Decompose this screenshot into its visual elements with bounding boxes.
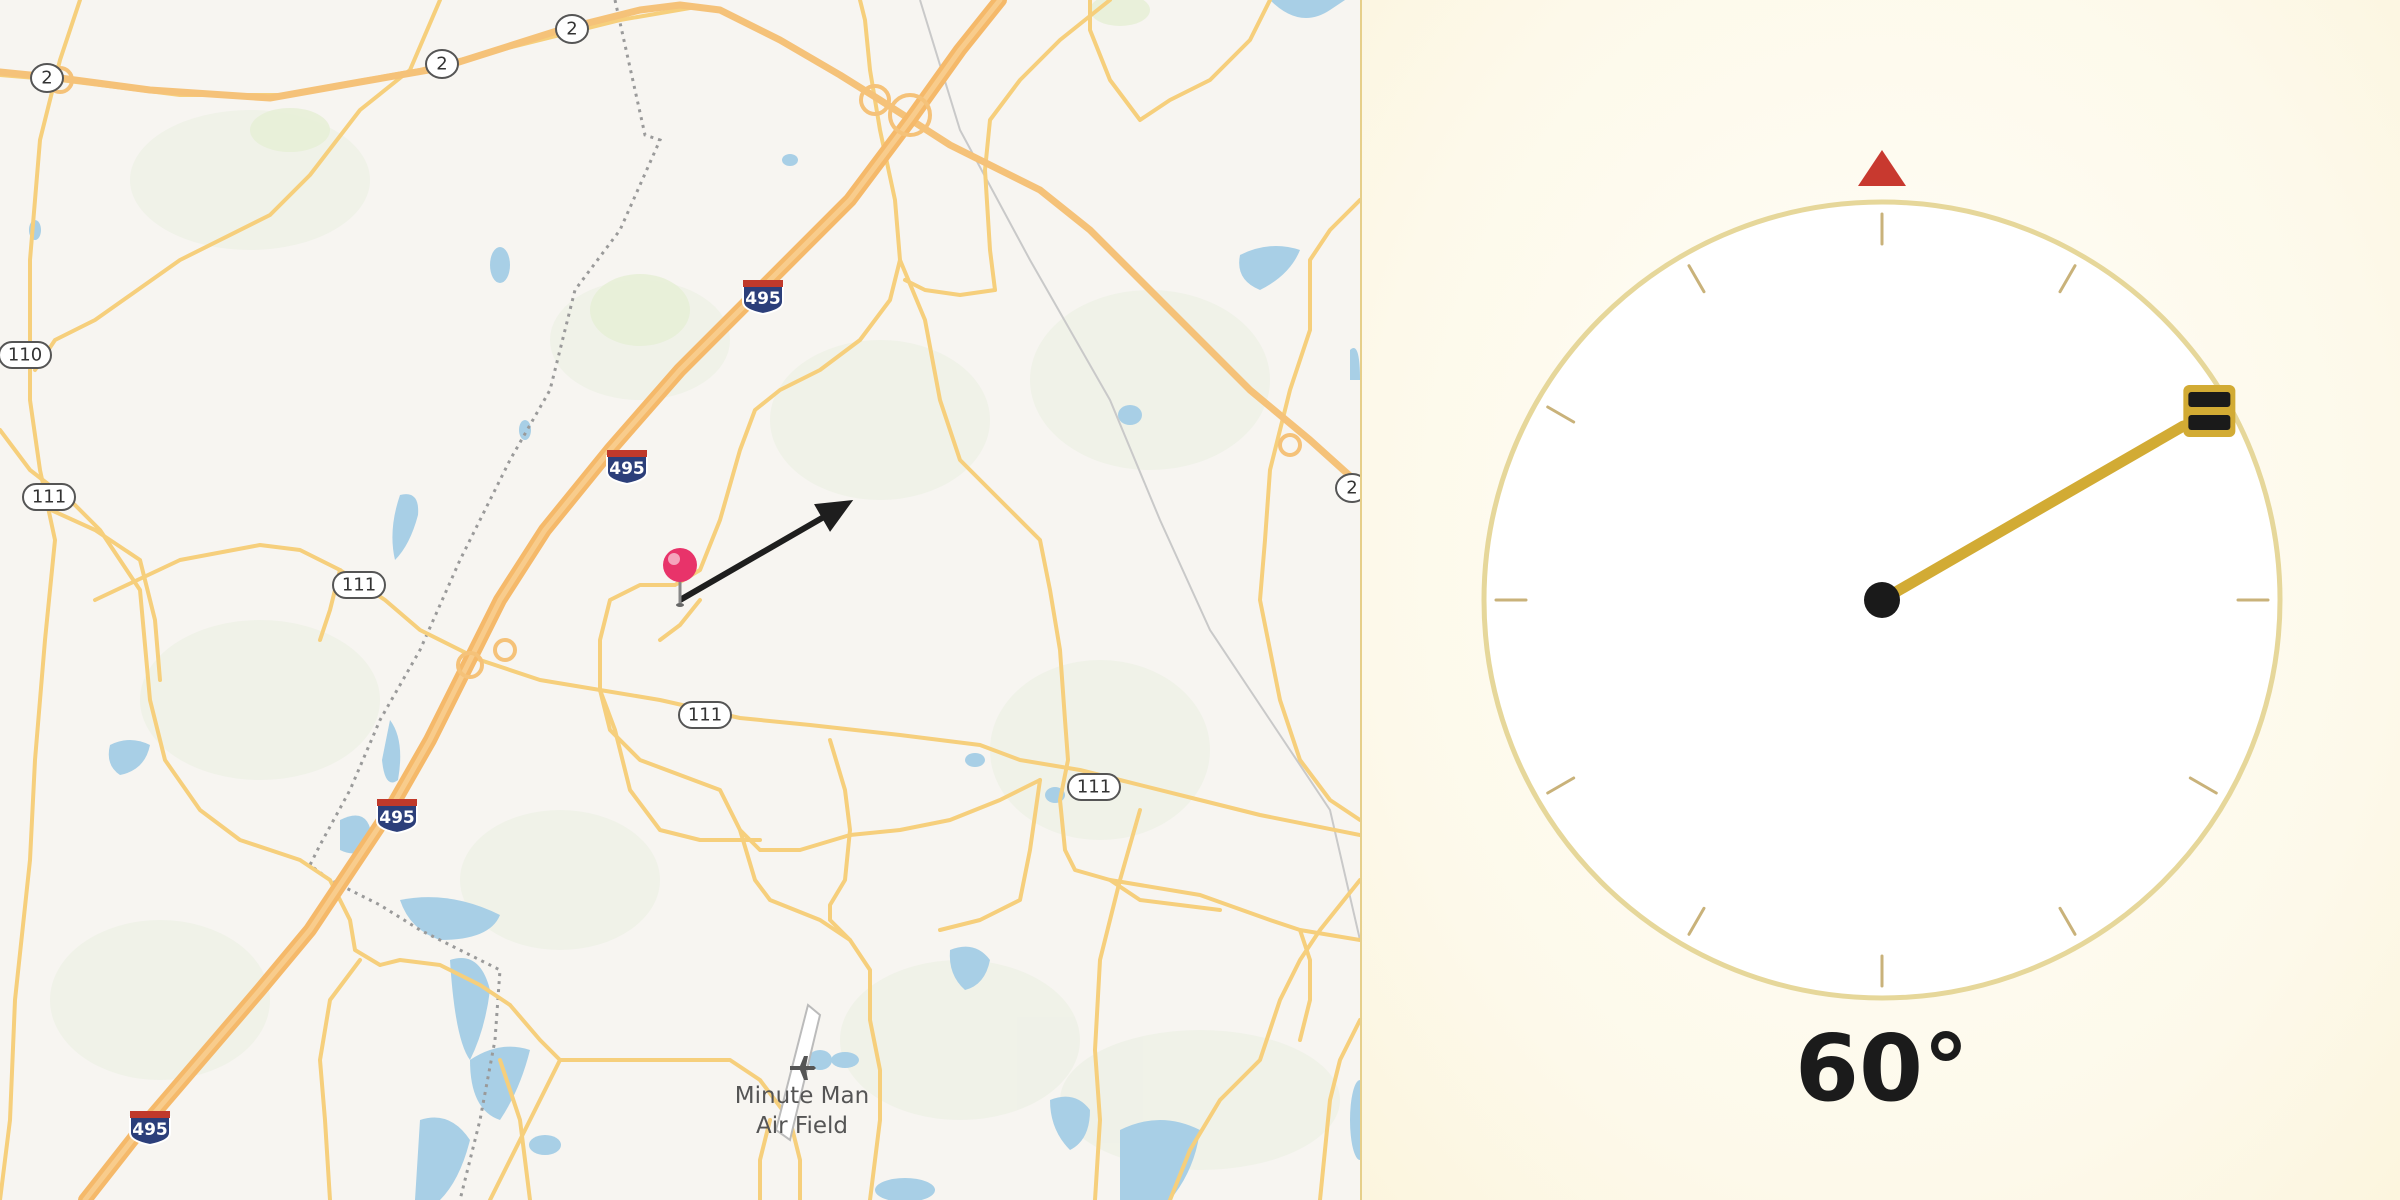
compass-dial xyxy=(1481,150,2283,1001)
map-pin-icon[interactable] xyxy=(663,548,697,607)
route-shield-2: 2 xyxy=(555,14,589,44)
svg-text:2: 2 xyxy=(41,68,52,89)
land-cover-green xyxy=(250,0,1150,346)
poi-label-line2: Air Field xyxy=(756,1113,848,1139)
north-marker-icon xyxy=(1858,150,1906,186)
svg-text:2: 2 xyxy=(436,54,447,75)
route-shield-111: 111 xyxy=(1067,773,1121,801)
svg-text:2: 2 xyxy=(566,19,577,40)
compass-widget[interactable]: 60° xyxy=(1362,0,2400,1200)
route-shield-111: 111 xyxy=(678,701,732,729)
heading-handle-icon[interactable] xyxy=(2183,385,2236,437)
interstate-shield-495: 495 xyxy=(742,280,784,316)
poi-label-line1: Minute Man xyxy=(735,1083,869,1109)
svg-text:111: 111 xyxy=(32,487,66,508)
svg-text:111: 111 xyxy=(688,705,722,726)
svg-text:495: 495 xyxy=(132,1120,168,1140)
interstate-shield-495: 495 xyxy=(606,450,648,486)
svg-text:111: 111 xyxy=(1077,777,1111,798)
compass-panel: 60° xyxy=(1362,0,2400,1200)
svg-text:495: 495 xyxy=(379,808,415,828)
svg-text:110: 110 xyxy=(8,345,42,366)
handle-bar xyxy=(2188,392,2231,407)
route-shield-111: 111 xyxy=(22,483,76,511)
route-shield-2: 2 xyxy=(30,63,64,93)
direction-arrow-shaft xyxy=(678,505,841,603)
map-panel[interactable]: Minute Man Air Field 2 2 2 2 110 111 111… xyxy=(0,0,1360,1200)
route-shield-2: 2 xyxy=(425,49,459,79)
app-root: Minute Man Air Field 2 2 2 2 110 111 111… xyxy=(0,0,2400,1200)
map-canvas[interactable]: Minute Man Air Field 2 2 2 2 110 111 111… xyxy=(0,0,1360,1200)
svg-text:2: 2 xyxy=(1346,478,1357,499)
route-shield-2: 2 xyxy=(1335,473,1360,503)
svg-text:495: 495 xyxy=(745,289,781,309)
compass-hub xyxy=(1864,582,1900,618)
route-shield-111: 111 xyxy=(332,571,386,599)
interstate-shield-495: 495 xyxy=(376,799,418,835)
svg-text:495: 495 xyxy=(609,459,645,479)
heading-readout: 60° xyxy=(1795,1015,1969,1122)
svg-text:111: 111 xyxy=(342,575,376,596)
interstate-shield-495: 495 xyxy=(129,1111,171,1147)
handle-bar xyxy=(2188,415,2231,430)
route-shield-110: 110 xyxy=(0,341,52,369)
